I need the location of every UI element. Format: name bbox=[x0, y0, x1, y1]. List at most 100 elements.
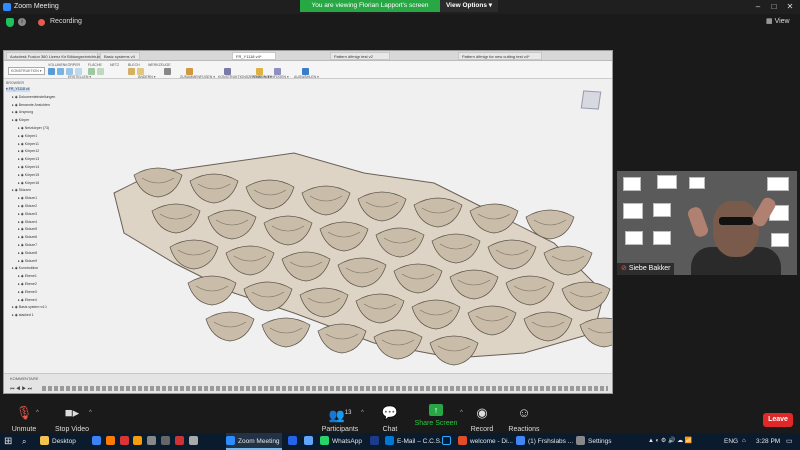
tree-item[interactable]: ▸ ◉ Skizze5 bbox=[6, 227, 37, 232]
tree-item[interactable]: ▸ ◉ Ebene1 bbox=[6, 274, 37, 279]
sweep-tool-icon[interactable] bbox=[75, 68, 82, 75]
3d-canvas[interactable] bbox=[94, 113, 613, 371]
viewcube[interactable] bbox=[580, 90, 602, 110]
tree-item[interactable]: ▸ ◉ Skizze3 bbox=[6, 212, 37, 217]
tree-item[interactable]: ▸ ◉ Körper14 bbox=[6, 165, 39, 170]
taskbar-item-app[interactable] bbox=[288, 433, 302, 450]
tree-item[interactable]: ▸ ◉ Konstruktion bbox=[6, 266, 38, 271]
taskbar-item-photoshop[interactable] bbox=[442, 433, 456, 450]
joint-tool-icon[interactable] bbox=[128, 68, 135, 75]
tree-item[interactable]: ▸ ◉ Skizze8 bbox=[6, 251, 37, 256]
create-group-label[interactable]: ERSTELLEN ▾ bbox=[68, 75, 91, 79]
tree-item[interactable]: ▸ ◉ Körper12 bbox=[6, 149, 39, 154]
app-icon[interactable] bbox=[174, 436, 184, 445]
edge-icon[interactable] bbox=[92, 436, 101, 445]
tab-app[interactable]: Autodesk Fusion 360 Lizenz für Bildungse… bbox=[6, 52, 107, 60]
timeline-features[interactable] bbox=[42, 386, 608, 391]
tab-document[interactable]: Pattern difmigr for new cutting test v4* bbox=[458, 52, 542, 60]
tree-item[interactable]: ▸ ◉ Körper bbox=[6, 118, 29, 123]
app-icon[interactable] bbox=[161, 436, 171, 445]
select-tool-icon[interactable] bbox=[302, 68, 309, 75]
close-icon[interactable]: ✕ bbox=[784, 2, 796, 12]
select-group-label[interactable]: AUSWÄHLEN ▾ bbox=[294, 75, 319, 79]
insert-tool-icon[interactable] bbox=[274, 68, 281, 75]
tree-item[interactable]: ▸ ◉ Skizze7 bbox=[6, 243, 37, 248]
tree-item[interactable]: ▸ ◉ Dokumenteinstellungen bbox=[6, 95, 55, 100]
sketch-tool-icon[interactable] bbox=[48, 68, 55, 75]
audio-options-caret-icon[interactable]: ^ bbox=[36, 410, 39, 416]
participant-video[interactable]: ⊘ Siebe Bakker bbox=[617, 171, 797, 275]
taskbar-item-mail[interactable]: E-Mail – C.C.S... bbox=[385, 433, 445, 450]
move-tool-icon[interactable] bbox=[164, 68, 171, 75]
taskbar-item-desktop[interactable]: Desktop bbox=[40, 433, 88, 450]
tree-item[interactable]: ▸ ◉ Ebene2 bbox=[6, 282, 37, 287]
extrude-tool-icon[interactable] bbox=[57, 68, 64, 75]
workspace-dropdown[interactable]: KONSTRUKTION ▾ bbox=[8, 67, 45, 75]
system-tray-icons[interactable]: ▲ ◐ ⚙ 🔊 ☁ 📶 bbox=[648, 433, 692, 450]
maximize-icon[interactable]: □ bbox=[768, 2, 780, 12]
windows-start-icon[interactable]: ⊞ bbox=[4, 433, 16, 450]
tree-item[interactable]: ▸ ◉ Basis system v4:1 bbox=[6, 305, 47, 310]
search-icon[interactable]: ⌕ bbox=[22, 433, 34, 450]
view-button[interactable]: ▦ View bbox=[766, 17, 790, 25]
tree-item[interactable]: ▸ ◉ Körper15 bbox=[6, 173, 39, 178]
menu-mesh[interactable]: NETZ bbox=[110, 63, 119, 67]
revolve-tool-icon[interactable] bbox=[66, 68, 73, 75]
tree-item[interactable]: ▸ ◉ Skizze9 bbox=[6, 259, 37, 264]
language-indicator[interactable]: ENG bbox=[724, 433, 738, 450]
tab-active-document[interactable]: FR_Y1118 v4* bbox=[232, 52, 276, 60]
menu-tools[interactable]: WERKZEUGE bbox=[148, 63, 171, 67]
acrobat-icon[interactable] bbox=[119, 436, 129, 445]
insert-group-label[interactable]: EINFÜGEN ▾ bbox=[268, 75, 289, 79]
fillet-tool-icon[interactable] bbox=[88, 68, 95, 75]
comments-label[interactable]: KOMMENTARE bbox=[10, 376, 38, 381]
menu-solid[interactable]: VOLUMENKÖRPER bbox=[48, 63, 80, 67]
taskbar-item-browser[interactable]: (1) Frshslabs ... bbox=[516, 433, 574, 450]
tree-item[interactable]: ▸ ◉ Skizze1 bbox=[6, 196, 37, 201]
modify-group-label[interactable]: ÄNDERN ▾ bbox=[138, 75, 156, 79]
tree-item[interactable]: ▸ ◉ Körper13 bbox=[6, 157, 39, 162]
stop-video-button[interactable]: ■▸ Stop Video bbox=[42, 404, 102, 433]
firefox-icon[interactable] bbox=[105, 436, 115, 445]
playback-controls-icon[interactable]: ⏮ ◀ ▶ ⏭ bbox=[10, 386, 32, 392]
tree-item[interactable]: ▸ ◉ Netzkörper (73) bbox=[6, 126, 49, 131]
inspect-group-label[interactable]: PRÜFEN ▾ bbox=[252, 75, 269, 79]
tree-item[interactable]: ▸ ◉ Körper1 bbox=[6, 134, 37, 139]
notifications-icon[interactable]: ▭ bbox=[786, 433, 793, 450]
shield-icon[interactable] bbox=[6, 18, 14, 27]
tree-item[interactable]: ▸ ◉ stacked 1 bbox=[6, 313, 34, 318]
assemble-group-label[interactable]: ZUSAMMENFÜGEN ▾ bbox=[180, 75, 215, 79]
shell-tool-icon[interactable] bbox=[97, 68, 104, 75]
clock[interactable]: 3:28 PM bbox=[756, 433, 780, 450]
taskbar-item-discord[interactable]: welcome - Di... bbox=[458, 433, 514, 450]
tree-item[interactable]: ▸ ◉ Ebene3 bbox=[6, 290, 37, 295]
rigid-group-icon[interactable] bbox=[137, 68, 144, 75]
construct-tool-icon[interactable] bbox=[224, 68, 231, 75]
files-icon[interactable] bbox=[133, 436, 143, 445]
tab-document[interactable]: Basic systems v4 bbox=[100, 52, 140, 60]
taskbar-item-settings[interactable]: Settings bbox=[576, 433, 616, 450]
tree-item[interactable]: ▸ ◉ Skizze6 bbox=[6, 235, 37, 240]
taskbar-item-app[interactable] bbox=[370, 433, 384, 450]
tree-item[interactable]: ▸ ◉ Skizzen bbox=[6, 188, 31, 193]
tree-item[interactable]: ▸ ◉ Skizze4 bbox=[6, 220, 37, 225]
video-options-caret-icon[interactable]: ^ bbox=[89, 410, 92, 416]
menu-sheet-metal[interactable]: BLECH bbox=[128, 63, 140, 67]
leave-button[interactable]: Leave bbox=[763, 413, 793, 427]
inspect-tool-icon[interactable] bbox=[256, 68, 263, 75]
taskbar-item-whatsapp[interactable]: WhatsApp bbox=[320, 433, 368, 450]
app-icon[interactable] bbox=[188, 436, 198, 445]
tree-item[interactable]: ▸ ◉ Körper11 bbox=[6, 142, 39, 147]
tree-item[interactable]: ▸ ◉ Benannte Ansichten bbox=[6, 103, 50, 108]
tab-document[interactable]: Pattern difmigr test v2 bbox=[330, 52, 390, 60]
info-icon[interactable]: i bbox=[18, 18, 26, 26]
view-options-button[interactable]: View Options ▾ bbox=[440, 0, 498, 12]
tree-item[interactable]: ▸ ◉ Körper16 bbox=[6, 181, 39, 186]
fusion-icon[interactable] bbox=[147, 436, 157, 445]
network-icon[interactable]: ⌂ bbox=[742, 433, 746, 450]
tree-item[interactable]: ▸ ◉ Skizze2 bbox=[6, 204, 37, 209]
assemble-tool-icon[interactable] bbox=[186, 68, 193, 75]
menu-surface[interactable]: FLÄCHE bbox=[88, 63, 102, 67]
reactions-button[interactable]: ☺ Reactions bbox=[494, 404, 554, 433]
tree-item[interactable]: ▾ FR_Y1118 v4 bbox=[6, 87, 30, 92]
